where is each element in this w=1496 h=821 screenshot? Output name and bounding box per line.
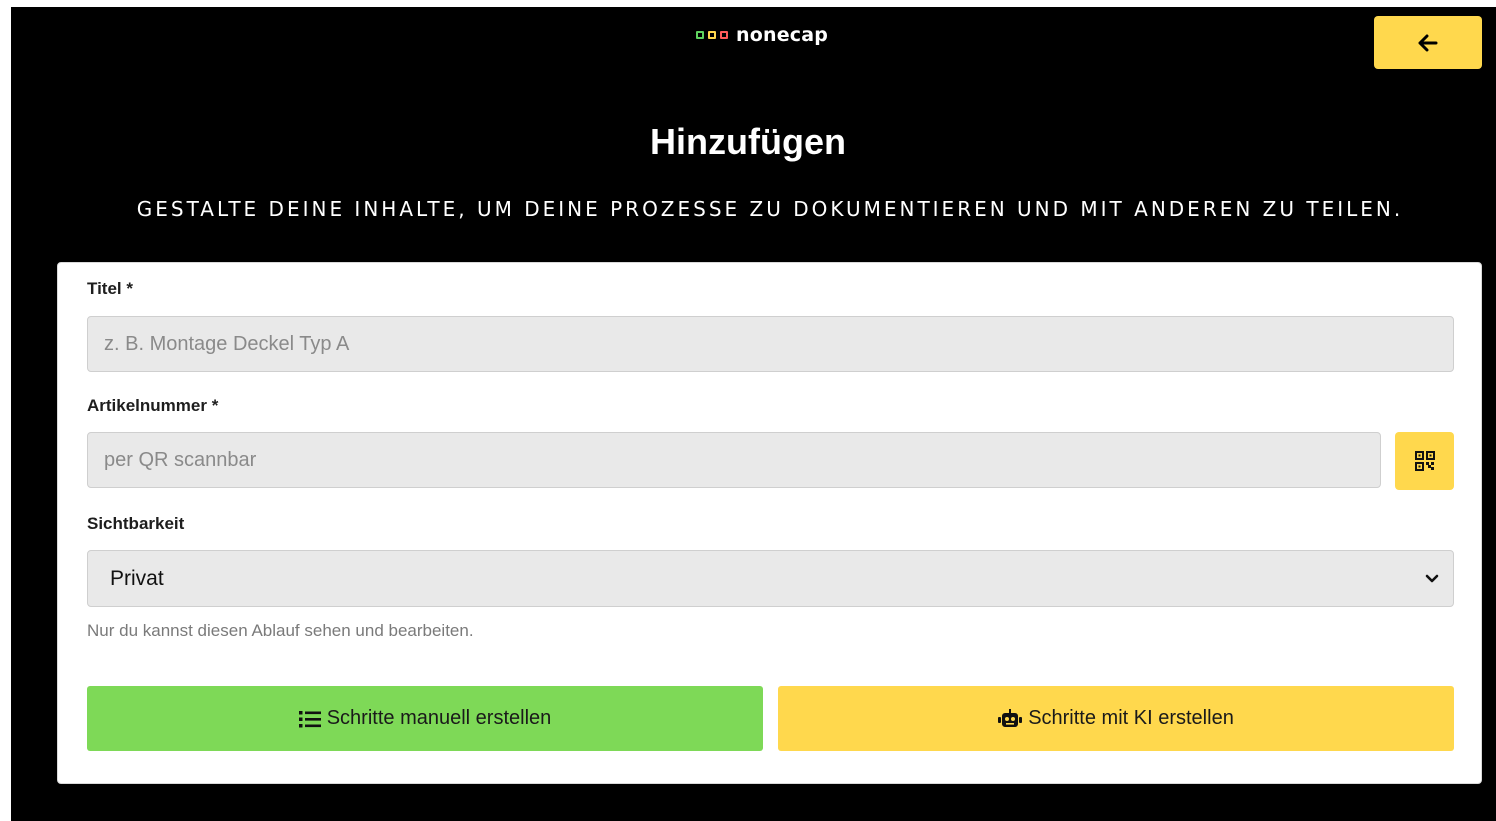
create-steps-manually-label: Schritte manuell erstellen xyxy=(326,707,552,729)
visibility-label: Sichtbarkeit xyxy=(87,514,185,533)
logo-square-green xyxy=(696,31,704,39)
arrow-left-icon xyxy=(1418,34,1438,51)
logo-square-red xyxy=(720,31,728,39)
brand-name: nonecap xyxy=(736,24,829,46)
article-number-input[interactable] xyxy=(87,432,1381,488)
robot-icon xyxy=(998,708,1023,727)
back-button[interactable] xyxy=(1374,16,1482,69)
brand-logo: nonecap xyxy=(696,22,828,48)
page-subtitle: GESTALTE DEINE INHALTE, UM DEINE PROZESS… xyxy=(136,197,1404,221)
article-number-label: Artikelnummer * xyxy=(87,396,219,415)
visibility-select[interactable]: Privat xyxy=(87,550,1454,607)
title-label: Titel * xyxy=(87,279,133,298)
title-input[interactable] xyxy=(87,316,1454,372)
visibility-selected-value: Privat xyxy=(110,566,164,590)
page-title: Hinzufügen xyxy=(650,121,846,162)
list-icon xyxy=(298,710,321,727)
form-card: Titel * Artikelnummer * Sichtbarkeit Pri… xyxy=(57,262,1482,784)
visibility-hint: Nur du kannst diesen Ablauf sehen und be… xyxy=(87,621,474,640)
create-steps-with-ai-label: Schritte mit KI erstellen xyxy=(1028,707,1234,729)
create-steps-with-ai-button[interactable]: Schritte mit KI erstellen xyxy=(778,686,1454,751)
qr-code-icon xyxy=(1414,451,1435,471)
create-steps-manually-button[interactable]: Schritte manuell erstellen xyxy=(87,686,763,751)
chevron-down-icon xyxy=(1425,574,1439,582)
qr-scan-button[interactable] xyxy=(1395,432,1454,490)
logo-square-yellow xyxy=(708,31,716,39)
